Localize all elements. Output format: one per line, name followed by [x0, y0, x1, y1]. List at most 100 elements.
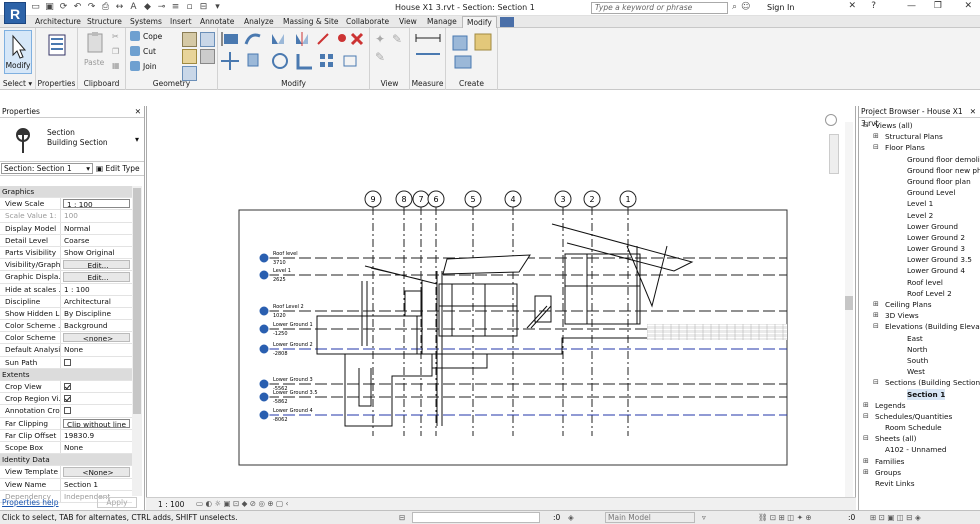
- split-face-icon[interactable]: [182, 32, 197, 47]
- property-value[interactable]: 100: [61, 210, 132, 221]
- level-head-icon[interactable]: [258, 409, 270, 421]
- level-head-icon[interactable]: [258, 378, 270, 390]
- browser-node[interactable]: ⊞ 3D Views: [859, 310, 980, 321]
- close-hidden-icon[interactable]: ▫: [184, 2, 195, 13]
- checkbox[interactable]: [64, 358, 71, 366]
- property-value[interactable]: [61, 357, 132, 368]
- property-button[interactable]: Edit...: [63, 272, 130, 282]
- copy-element-icon[interactable]: [247, 53, 259, 67]
- redo-icon[interactable]: ↷: [86, 2, 97, 13]
- revit-app-button[interactable]: R: [4, 2, 26, 24]
- tab-annotate[interactable]: Annotate: [200, 16, 234, 28]
- tab-massing-site[interactable]: Massing & Site: [283, 16, 339, 28]
- mirror-axis-icon[interactable]: [272, 34, 284, 44]
- workset-select[interactable]: [412, 512, 540, 523]
- property-row[interactable]: Far Clipping Clip without line: [0, 417, 132, 430]
- grid-line[interactable]: 5: [464, 190, 482, 436]
- property-value[interactable]: Show Original: [61, 247, 132, 258]
- checkbox[interactable]: [64, 383, 71, 390]
- browser-node[interactable]: ⊞ Legends: [859, 400, 980, 411]
- mirror-draw-icon[interactable]: [296, 32, 308, 46]
- expand-icon[interactable]: ⊞: [863, 467, 869, 478]
- match-icon[interactable]: ▦: [112, 61, 120, 70]
- expand-icon[interactable]: ⊞: [863, 400, 869, 411]
- browser-node[interactable]: Section 1: [859, 388, 980, 400]
- user-icon[interactable]: ☺: [741, 2, 750, 12]
- paste-icon[interactable]: [86, 31, 106, 55]
- scale-icon[interactable]: [343, 55, 357, 67]
- cope-tool[interactable]: Cope: [130, 31, 162, 41]
- property-row[interactable]: Sun Path: [0, 356, 132, 369]
- type-selector[interactable]: Section Building Section ▾: [0, 118, 144, 162]
- property-value[interactable]: 1 : 100: [63, 199, 130, 209]
- select-dropdown[interactable]: Select ▾: [0, 79, 35, 88]
- property-value[interactable]: Clip without line: [63, 418, 130, 428]
- properties-scrollbar[interactable]: [132, 186, 142, 496]
- property-value[interactable]: None: [61, 442, 132, 453]
- drawing-area[interactable]: 9 8 7 6 5 4 3 2 1 Roof level 3710 Level 1 2625 Roof …: [146, 106, 856, 510]
- property-row[interactable]: Crop Region Vi...: [0, 393, 132, 406]
- level-line[interactable]: Roof Level 2 1020: [258, 304, 787, 319]
- browser-node[interactable]: Room Schedule: [859, 422, 980, 433]
- cut-icon[interactable]: ✂: [112, 32, 119, 41]
- wall-joins-icon[interactable]: [200, 32, 215, 47]
- browser-node[interactable]: ⊟ Schedules/Quantities: [859, 411, 980, 422]
- tab-architecture[interactable]: Architecture: [35, 16, 81, 28]
- sync-icon[interactable]: ⟳: [58, 2, 69, 13]
- property-value[interactable]: Background: [61, 320, 132, 331]
- select-links-icon[interactable]: ⛓ ⊡ ⊞ ◫ ✦ ⊕: [758, 513, 812, 522]
- property-row[interactable]: Hide at scales ... 1 : 100: [0, 283, 132, 296]
- property-value[interactable]: [61, 405, 132, 416]
- property-value[interactable]: Normal: [61, 223, 132, 234]
- property-row[interactable]: Color Scheme ... Background: [0, 320, 132, 333]
- chevron-down-icon[interactable]: ▾: [135, 135, 139, 144]
- tab-view[interactable]: View: [399, 16, 417, 28]
- level-head-icon[interactable]: [258, 391, 270, 403]
- level-head-icon[interactable]: [258, 323, 270, 335]
- level-head-icon[interactable]: [258, 269, 270, 281]
- undo-icon[interactable]: ↶: [72, 2, 83, 13]
- properties-icon[interactable]: [46, 34, 68, 56]
- property-button[interactable]: <none>: [63, 333, 130, 343]
- scroll-thumb[interactable]: [133, 188, 141, 414]
- split-icon[interactable]: [317, 33, 329, 45]
- close-icon[interactable]: ✕: [970, 106, 976, 118]
- browser-node[interactable]: ⊞ Ceiling Plans: [859, 299, 980, 310]
- property-row[interactable]: Default Analysi... None: [0, 344, 132, 357]
- thin-lines-icon[interactable]: ≡: [170, 2, 181, 13]
- property-row[interactable]: Display Model Normal: [0, 222, 132, 235]
- browser-node[interactable]: Lower Ground 2: [859, 232, 980, 243]
- level-line[interactable]: Lower Ground 2 -2808: [258, 342, 787, 357]
- selection-filter-icon[interactable]: ▿: [702, 513, 706, 522]
- level-line[interactable]: Lower Ground 3-5562: [258, 377, 787, 392]
- browser-node[interactable]: Lower Ground 3.5: [859, 254, 980, 265]
- level-head-icon[interactable]: [258, 343, 270, 355]
- tab-collaborate[interactable]: Collaborate: [346, 16, 389, 28]
- browser-node[interactable]: ⊟ Sheets (all): [859, 433, 980, 444]
- create-group-icon[interactable]: [449, 32, 495, 72]
- expand-icon[interactable]: ⊞: [873, 299, 879, 310]
- collapse-icon[interactable]: ⊟: [873, 142, 879, 153]
- open-icon[interactable]: ▭: [30, 2, 41, 13]
- worksets-icon[interactable]: ⊟: [399, 513, 405, 522]
- collapse-icon[interactable]: ⊟: [863, 411, 869, 422]
- switch-windows-icon[interactable]: ⊟: [198, 2, 209, 13]
- property-row[interactable]: Far Clip Offset 19830.9: [0, 429, 132, 442]
- cut-tool[interactable]: Cut: [130, 46, 156, 56]
- property-row[interactable]: Detail Level Coarse: [0, 234, 132, 247]
- checkbox[interactable]: [64, 407, 71, 415]
- align-icon[interactable]: [221, 32, 238, 46]
- tab-analyze[interactable]: Analyze: [244, 16, 274, 28]
- property-row[interactable]: View Template <None>: [0, 466, 132, 479]
- print-icon[interactable]: ⎙: [100, 2, 111, 13]
- property-row[interactable]: Crop View: [0, 381, 132, 394]
- properties-help-link[interactable]: Properties help: [2, 498, 59, 507]
- remove-paint-icon[interactable]: [200, 49, 215, 64]
- 3d-view-icon[interactable]: ◆: [142, 2, 153, 13]
- tab-systems[interactable]: Systems: [130, 16, 162, 28]
- vertical-scrollbar[interactable]: [845, 122, 853, 502]
- property-value[interactable]: 19830.9: [61, 430, 132, 441]
- checkbox[interactable]: [64, 395, 71, 403]
- save-icon[interactable]: ▣: [44, 2, 55, 13]
- instance-filter[interactable]: Section: Section 1 ▾: [1, 163, 93, 174]
